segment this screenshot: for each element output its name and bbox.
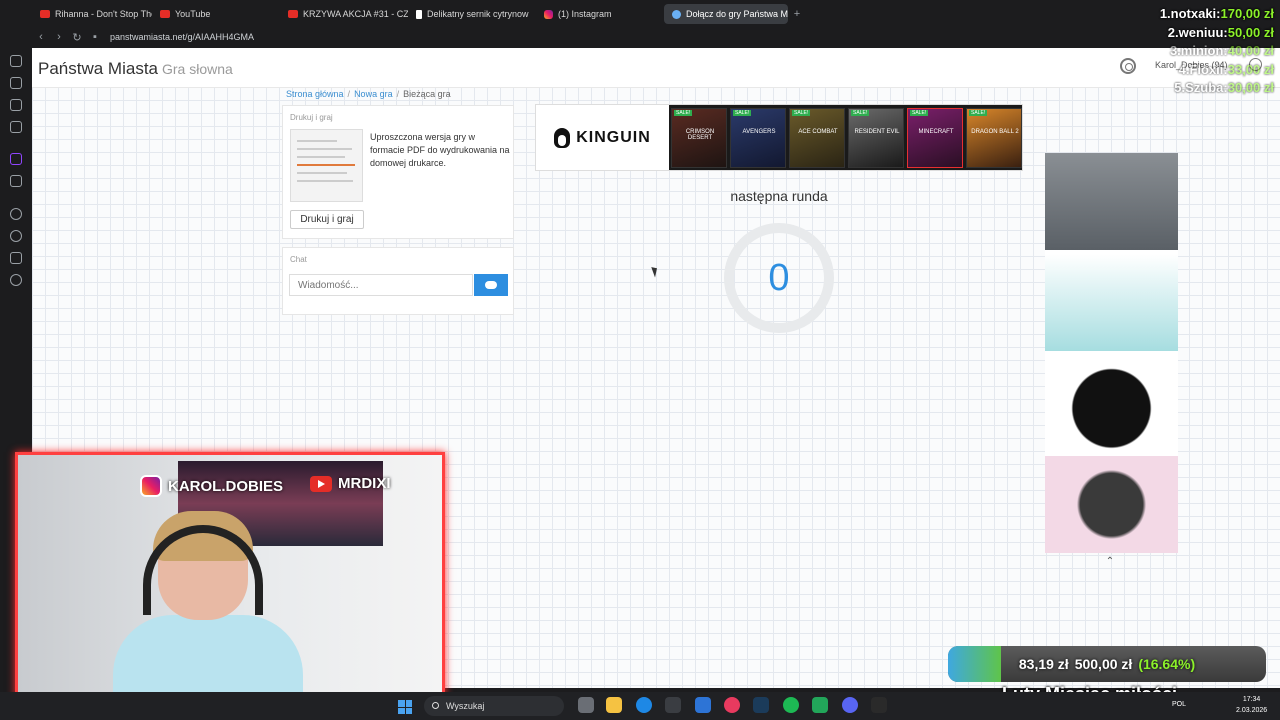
reload-icon[interactable]: ↻ — [68, 31, 86, 44]
tile-icon[interactable] — [10, 121, 22, 133]
chat-title: Chat — [290, 255, 307, 264]
epic-games-icon[interactable] — [871, 697, 887, 713]
system-clock[interactable]: 17:34 2.03.2026 — [1236, 694, 1267, 716]
taskbar-search[interactable]: Wyszukaj — [424, 696, 564, 716]
chat-send-button[interactable] — [474, 274, 508, 296]
site-header: Państwa Miasta Gra słowna Karol_Dobies (9… — [32, 48, 1280, 88]
backpack-product-image[interactable] — [1045, 153, 1178, 250]
lock-icon: ▪ — [93, 31, 97, 43]
tiktok-icon — [416, 9, 422, 19]
apron-product-image[interactable] — [1045, 254, 1178, 351]
print-thumbnail — [290, 129, 363, 202]
ad-game-tile[interactable]: SALE! RESIDENT EVIL — [848, 108, 904, 168]
breadcrumb-new-game[interactable]: Nowa gra — [354, 89, 393, 99]
mouse-cursor — [651, 265, 660, 278]
play-icon[interactable] — [10, 208, 22, 220]
ad-game-tile[interactable]: SALE! DRAGON BALL 2 — [966, 108, 1022, 168]
donation-goal-bar: 83,19 zł 500,00 zł (16.64%) — [948, 646, 1266, 682]
breadcrumb: Strona główna / Nowa gra / Bieżąca gra — [286, 89, 451, 99]
settings-icon[interactable] — [10, 274, 22, 286]
kinguin-ad-banner[interactable]: KINGUIN SALE! CRIMSON DESERT SALE! AVENGER… — [535, 104, 1023, 171]
extensions-icon[interactable] — [10, 252, 22, 264]
windows-taskbar: Wyszukaj POL 17:34 2.03.2026 — [0, 692, 1280, 720]
address-bar: ‹ › ↻ ▪ panstwamiasta.net/g/AIAAHH4GMA — [32, 28, 1280, 46]
speech-bubble-icon — [485, 281, 497, 289]
donation-row: 1.notxaki:170,00 zł — [1159, 6, 1274, 21]
start-button[interactable] — [398, 700, 412, 714]
new-tab-icon[interactable]: + — [788, 8, 806, 20]
print-and-play-button[interactable]: Drukuj i graj — [290, 210, 364, 229]
steam-icon[interactable] — [753, 697, 769, 713]
store-icon[interactable] — [665, 697, 681, 713]
clock-icon[interactable] — [10, 230, 22, 242]
ad-game-tile[interactable]: SALE! MINECRAFT — [907, 108, 963, 168]
ad-game-tile[interactable]: SALE! AVENGERS — [730, 108, 786, 168]
panstwa-miasta-icon — [672, 9, 681, 19]
site-brand-subtitle: Gra słowna — [162, 61, 233, 77]
print-description: Uproszczona wersja gry w formacie PDF do… — [370, 132, 510, 168]
donation-row: 4.Floxii:33,00 zł — [1178, 61, 1274, 77]
youtube-icon — [310, 475, 332, 492]
ad-game-tile[interactable]: SALE! ACE COMBAT — [789, 108, 845, 168]
search-icon — [432, 702, 439, 709]
instagram-handle: KAROL.DOBIES — [140, 475, 283, 497]
webcam-overlay: KAROL.DOBIES MRDIXI — [15, 452, 445, 698]
tab-panstwa-miasta[interactable]: Dołącz do gry Państwa M — [664, 4, 788, 24]
twitch-icon[interactable] — [10, 153, 22, 165]
chevron-up-icon[interactable]: ⌃ — [1103, 556, 1117, 568]
breadcrumb-current: Bieżąca gra — [403, 89, 451, 99]
language-indicator[interactable]: POL — [1172, 701, 1186, 708]
tab-rihanna[interactable]: Rihanna - Don't Stop The M — [32, 4, 152, 24]
penguin-icon — [554, 127, 571, 148]
history-icon[interactable] — [10, 55, 22, 67]
site-brand[interactable]: Państwa Miasta Gra słowna — [38, 59, 233, 79]
opera-gx-icon[interactable] — [724, 697, 740, 713]
url-field[interactable]: panstwamiasta.net/g/AIAAHH4GMA — [110, 32, 254, 42]
gamepad-icon[interactable] — [10, 99, 22, 111]
donation-row: 5.Szuba:30,00 zł — [1174, 80, 1274, 95]
tab-sernik[interactable]: Delikatny sernik cytrynow — [408, 4, 536, 24]
file-explorer-icon[interactable] — [606, 697, 622, 713]
product-ad-column — [1045, 153, 1178, 553]
kinguin-logo: KINGUIN — [536, 105, 669, 170]
ad-game-tile[interactable]: SALE! CRIMSON DESERT — [671, 108, 727, 168]
mail-icon[interactable] — [695, 697, 711, 713]
back-icon[interactable]: ‹ — [32, 31, 50, 43]
tshirt-product-image[interactable] — [1045, 355, 1178, 452]
instagram-icon — [140, 475, 162, 497]
x-icon[interactable] — [10, 175, 22, 187]
discord-icon[interactable] — [842, 697, 858, 713]
edge-icon[interactable] — [636, 697, 652, 713]
youtube-icon — [40, 10, 50, 18]
forward-icon[interactable]: › — [50, 31, 68, 43]
instagram-icon — [544, 9, 553, 19]
spotify-icon[interactable] — [783, 697, 799, 713]
donation-row: 2.weniuu:50,00 zł — [1167, 24, 1274, 40]
tab-krzywa-akcja[interactable]: KRZYWA AKCJA #31 - CZ — [280, 4, 408, 24]
youtube-icon — [160, 10, 170, 18]
breadcrumb-home[interactable]: Strona główna — [286, 89, 344, 99]
donation-leaderboard: 1.notxaki:170,00 zł 2.weniuu:50,00 zł 3.… — [1110, 6, 1280, 99]
goal-current: 83,19 zł — [1018, 656, 1069, 672]
round-counter: 0 — [724, 223, 834, 333]
youtube-icon — [288, 10, 298, 18]
print-card-title: Drukuj i graj — [290, 113, 333, 122]
goal-percent: (16.64%) — [1138, 656, 1196, 672]
tab-bar: Rihanna - Don't Stop The M YouTube KRZYW… — [0, 0, 1280, 28]
goal-target: 500,00 zł — [1074, 656, 1133, 672]
chat-message-input[interactable] — [289, 274, 473, 296]
pillow-product-image[interactable] — [1045, 456, 1178, 553]
donation-row: 3.minion:40,00 zł — [1169, 43, 1274, 58]
task-view-icon[interactable] — [578, 697, 594, 713]
youtube-handle: MRDIXI — [310, 475, 391, 492]
app-icon[interactable] — [812, 697, 828, 713]
round-status: następna runda — [730, 188, 828, 204]
tab-youtube[interactable]: YouTube — [152, 4, 280, 24]
tab-instagram[interactable]: (1) Instagram — [536, 4, 664, 24]
streamer — [113, 511, 303, 695]
print-card: Drukuj i graj Uproszczona wersja gry w f… — [282, 105, 514, 239]
wallet-icon[interactable] — [10, 77, 22, 89]
